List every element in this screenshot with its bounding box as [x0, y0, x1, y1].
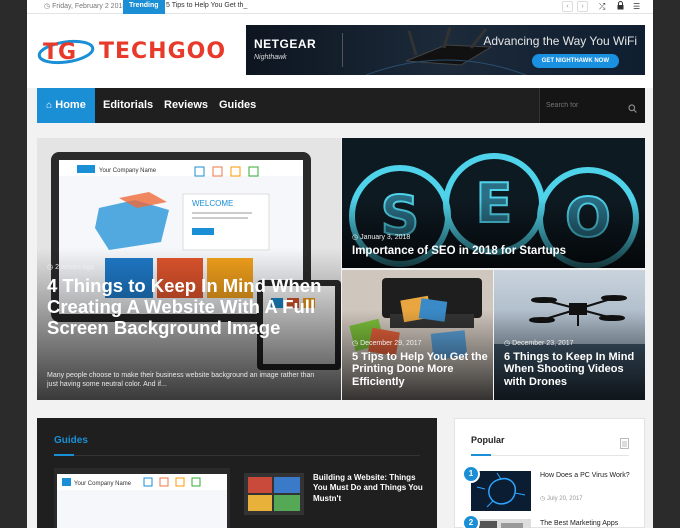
clock-icon: ◷ [504, 340, 511, 347]
ad-banner[interactable]: NETGEAR Nighthawk Advancing the Way You … [246, 25, 645, 75]
guides-post-title[interactable]: Building a Website: Things You Must Do a… [313, 473, 425, 504]
ad-divider [342, 33, 343, 67]
document-icon [620, 436, 629, 454]
clock-icon: ◷ [540, 496, 546, 502]
random-article-icon[interactable]: ⤮ [599, 1, 605, 12]
ad-tagline: Advancing the Way You WiFi [483, 34, 637, 48]
rank-badge: 1 [462, 465, 480, 483]
site-header: TG TECHGOO NETGEAR Nighthawk Advancing t… [27, 14, 653, 88]
popular-item-date: ◷ July 20, 2017 [540, 496, 583, 502]
popular-item-title[interactable]: The Best Marketing Apps [540, 519, 640, 528]
nav-reviews[interactable]: Reviews [164, 88, 208, 123]
home-icon: ⌂ [46, 100, 53, 111]
nav-home[interactable]: ⌂ Home [37, 88, 95, 123]
top-bar: ◷ Friday, February 2 2018 Trending 5 Tip… [27, 0, 653, 17]
heading-underline [471, 454, 491, 456]
page: ◷ Friday, February 2 2018 Trending 5 Tip… [27, 0, 653, 528]
section-divider [54, 455, 420, 456]
logo-mark-text: TG [43, 40, 76, 65]
mock-welcome-text: WELCOME [192, 199, 233, 208]
post-date: ◷ December 23, 2017 [504, 340, 574, 347]
widget-heading: Popular [471, 435, 505, 445]
trending-prev-button[interactable]: ‹ [562, 1, 573, 12]
logo-text: TECHGOO [99, 38, 227, 64]
nav-editorials[interactable]: Editorials [103, 88, 153, 123]
post-title[interactable]: 5 Tips to Help You Get the Printing Done… [352, 351, 488, 388]
trending-next-button[interactable]: › [577, 1, 588, 12]
ad-cta-button[interactable]: GET NIGHTHAWK NOW [531, 54, 619, 68]
rank-badge: 2 [462, 514, 480, 528]
popular-item-title[interactable]: How Does a PC Virus Work? [540, 471, 632, 480]
heading-underline [54, 454, 74, 456]
popular-item-thumbnail[interactable] [471, 519, 531, 528]
login-icon[interactable] [617, 1, 624, 13]
post-title[interactable]: 4 Things to Keep In Mind When Creating A… [47, 275, 337, 339]
clock-icon: ◷ [44, 3, 51, 10]
post-title[interactable]: 6 Things to Keep In Mind When Shooting V… [504, 351, 642, 388]
guides-post-image[interactable]: Your Company Name [54, 468, 230, 528]
guides-post-thumbnail[interactable] [244, 473, 304, 515]
menu-icon[interactable]: ☰ [633, 1, 640, 12]
ad-brand: NETGEAR [254, 37, 317, 51]
featured-post-main[interactable]: Your Company Name WELCOME ◷ 2 weeks ago … [37, 138, 341, 400]
search-input[interactable] [546, 99, 626, 111]
post-date: ◷ December 29, 2017 [352, 340, 422, 347]
featured-post-seo[interactable]: S E O ◷ January 3, 2018 Importance of SE… [342, 138, 645, 268]
post-date: ◷ January 3, 2018 [352, 234, 411, 241]
main-nav: ⌂ Home Editorials Reviews Guides [37, 88, 645, 123]
guides-section: Guides Your Company Name Building a Webs… [37, 418, 437, 528]
current-date: ◷ Friday, February 2 2018 [44, 3, 127, 10]
site-logo[interactable]: TG TECHGOO [37, 36, 226, 66]
nav-home-label: Home [55, 99, 86, 111]
featured-post-drones[interactable]: ◷ December 23, 2017 6 Things to Keep In … [494, 270, 645, 400]
mock-brand-text: Your Company Name [74, 481, 132, 487]
post-date: ◷ 2 weeks ago [47, 264, 95, 271]
nav-guides[interactable]: Guides [219, 88, 256, 123]
section-heading[interactable]: Guides [54, 435, 88, 446]
mock-brand-text: Your Company Name [99, 168, 157, 174]
popular-widget: Popular 1 How Does a PC Virus Work? ◷ Ju… [454, 418, 645, 528]
ad-subbrand: Nighthawk [254, 54, 287, 61]
clock-icon: ◷ [47, 264, 54, 271]
featured-post-printing[interactable]: ◷ December 29, 2017 5 Tips to Help You G… [342, 270, 493, 400]
featured-grid: Your Company Name WELCOME ◷ 2 weeks ago … [37, 138, 645, 400]
post-title[interactable]: Importance of SEO in 2018 for Startups [352, 245, 637, 258]
post-excerpt: Many people choose to make their busines… [47, 372, 315, 389]
search-box [539, 88, 645, 123]
logo-mark-icon: TG [37, 36, 95, 66]
search-icon[interactable] [628, 100, 637, 118]
widget-divider [471, 455, 629, 456]
clock-icon: ◷ [352, 340, 359, 347]
popular-item-thumbnail[interactable] [471, 471, 531, 511]
trending-headline-link[interactable]: 5 Tips to Help You Get th_ [166, 2, 247, 9]
clock-icon: ◷ [352, 234, 359, 241]
